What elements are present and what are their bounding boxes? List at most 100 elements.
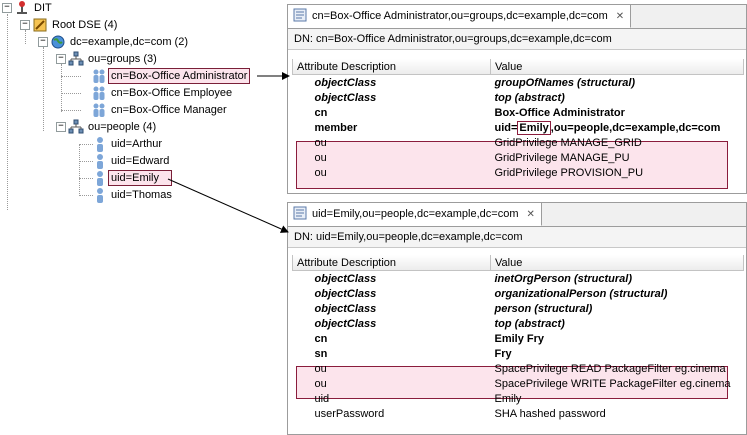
- attr-name: cn: [314, 106, 328, 119]
- attr-value: person (structural): [494, 302, 593, 315]
- attr-value: GridPrivilege MANAGE_GRID: [494, 136, 642, 149]
- attr-value: GridPrivilege MANAGE_PU: [494, 151, 630, 164]
- attr-value: uid= Emily ,ou=people,dc=example,dc=com: [491, 120, 744, 135]
- entry-icon: [293, 206, 307, 220]
- table-row[interactable]: objectClass person (structural): [293, 301, 744, 316]
- column-header-attribute[interactable]: Attribute Description: [292, 59, 491, 75]
- attr-name: ou: [314, 151, 327, 164]
- table-row[interactable]: uid Emily: [293, 391, 744, 406]
- attr-name: ou: [314, 377, 327, 390]
- tab-label: uid=Emily,ou=people,dc=example,dc=com: [312, 208, 519, 220]
- tree-label: cn=Box-Office Manager: [111, 104, 227, 116]
- attr-name: cn: [314, 332, 328, 345]
- attr-name: objectClass: [314, 91, 377, 104]
- attr-name: ou: [314, 136, 327, 149]
- group-icon: [93, 69, 105, 83]
- attr-name: uid: [314, 392, 330, 405]
- collapse-toggle[interactable]: −: [56, 54, 66, 64]
- tab-group-entry[interactable]: cn=Box-Office Administrator,ou=groups,dc…: [288, 5, 632, 28]
- table-row[interactable]: objectClass groupOfNames (structural): [293, 75, 744, 91]
- tree-guide: [79, 195, 93, 196]
- root-dse-icon: [33, 18, 47, 32]
- tree-guide: [61, 93, 81, 94]
- attr-name: objectClass: [314, 317, 377, 330]
- tree-label: uid=Thomas: [111, 189, 172, 201]
- collapse-toggle[interactable]: −: [20, 20, 30, 30]
- column-header-attribute[interactable]: Attribute Description: [292, 255, 491, 271]
- table-row[interactable]: cn Box-Office Administrator: [293, 105, 744, 120]
- attr-name: objectClass: [314, 287, 377, 300]
- member-prefix: uid=: [494, 121, 518, 134]
- member-suffix: ,ou=people,dc=example,dc=com: [550, 121, 721, 134]
- collapse-toggle[interactable]: −: [2, 3, 12, 13]
- collapse-toggle[interactable]: −: [38, 37, 48, 47]
- tree-guide: [79, 144, 93, 145]
- tree-label: uid=Emily: [108, 170, 172, 186]
- dn-header: DN: cn=Box-Office Administrator,ou=group…: [288, 29, 746, 50]
- globe-icon: [51, 35, 65, 49]
- table-row[interactable]: ou SpacePrivilege READ PackageFilter eg.…: [293, 361, 744, 376]
- table-row[interactable]: ou SpacePrivilege WRITE PackageFilter eg…: [293, 376, 744, 391]
- tree-label: ou=groups (3): [88, 53, 157, 65]
- tree-label: Root DSE (4): [52, 19, 118, 31]
- ldap-tree: − DIT − Root DSE (4) − dc=example,dc=com…: [0, 0, 270, 210]
- person-icon: [97, 188, 103, 203]
- attr-name: sn: [314, 347, 328, 360]
- group-icon: [93, 86, 105, 100]
- table-row[interactable]: cn Emily Fry: [293, 331, 744, 346]
- close-icon[interactable]: ✕: [526, 209, 534, 220]
- tab-person-entry[interactable]: uid=Emily,ou=people,dc=example,dc=com ✕: [288, 203, 542, 226]
- person-icon: [97, 171, 103, 186]
- attr-value: organizationalPerson (structural): [494, 287, 668, 300]
- tree-guide: [79, 144, 80, 196]
- column-header-value[interactable]: Value: [490, 255, 744, 271]
- ou-icon: [68, 119, 84, 134]
- person-icon: [97, 154, 103, 169]
- tree-label: uid=Arthur: [111, 138, 163, 150]
- table-row[interactable]: ou GridPrivilege MANAGE_GRID: [293, 135, 744, 150]
- entry-icon: [293, 8, 307, 22]
- attribute-table: Attribute Description Value objectClass …: [292, 59, 744, 180]
- attr-value: GridPrivilege PROVISION_PU: [494, 166, 644, 179]
- table-row[interactable]: objectClass organizationalPerson (struct…: [293, 286, 744, 301]
- tab-label: cn=Box-Office Administrator,ou=groups,dc…: [312, 10, 608, 22]
- attr-name: ou: [314, 362, 327, 375]
- table-row[interactable]: objectClass inetOrgPerson (structural): [293, 271, 744, 287]
- attr-name: userPassword: [314, 407, 385, 420]
- table-row[interactable]: objectClass top (abstract): [293, 316, 744, 331]
- attr-value: SpacePrivilege READ PackageFilter eg.cin…: [494, 362, 726, 375]
- tree-label: cn=Box-Office Employee: [111, 87, 233, 99]
- attr-value: top (abstract): [494, 317, 565, 330]
- collapse-toggle[interactable]: −: [56, 122, 66, 132]
- group-icon: [93, 103, 105, 117]
- person-icon: [97, 137, 103, 152]
- table-row[interactable]: objectClass top (abstract): [293, 90, 744, 105]
- tree-label: ou=people (4): [88, 121, 157, 133]
- tree-guide: [79, 161, 93, 162]
- tree-guide: [61, 110, 81, 111]
- table-row[interactable]: ou GridPrivilege PROVISION_PU: [293, 165, 744, 180]
- table-header: Attribute Description Value: [292, 59, 744, 75]
- attr-value: Fry: [494, 347, 512, 360]
- attr-name: objectClass: [314, 76, 377, 89]
- attr-value: inetOrgPerson (structural): [494, 272, 633, 285]
- tree-guide: [25, 30, 26, 44]
- close-icon[interactable]: ✕: [616, 11, 624, 22]
- tree-label: uid=Edward: [111, 155, 170, 167]
- attr-value: groupOfNames (structural): [494, 76, 636, 89]
- tree-label: DIT: [34, 2, 52, 14]
- dit-icon: [17, 1, 27, 14]
- tree-guide: [79, 178, 93, 179]
- dn-header: DN: uid=Emily,ou=people,dc=example,dc=co…: [288, 227, 746, 248]
- tree-label: dc=example,dc=com (2): [70, 36, 188, 48]
- attr-name: objectClass: [314, 272, 377, 285]
- entry-editor-person: uid=Emily,ou=people,dc=example,dc=com ✕ D…: [287, 202, 747, 435]
- table-row[interactable]: userPassword SHA hashed password: [293, 406, 744, 421]
- tree-guide: [43, 47, 44, 131]
- entry-editor-group: cn=Box-Office Administrator,ou=groups,dc…: [287, 4, 747, 194]
- column-header-value[interactable]: Value: [490, 59, 744, 75]
- table-row[interactable]: sn Fry: [293, 346, 744, 361]
- table-row[interactable]: member uid= Emily ,ou=people,dc=example,dc…: [293, 120, 744, 135]
- attr-value: top (abstract): [494, 91, 565, 104]
- table-row[interactable]: ou GridPrivilege MANAGE_PU: [293, 150, 744, 165]
